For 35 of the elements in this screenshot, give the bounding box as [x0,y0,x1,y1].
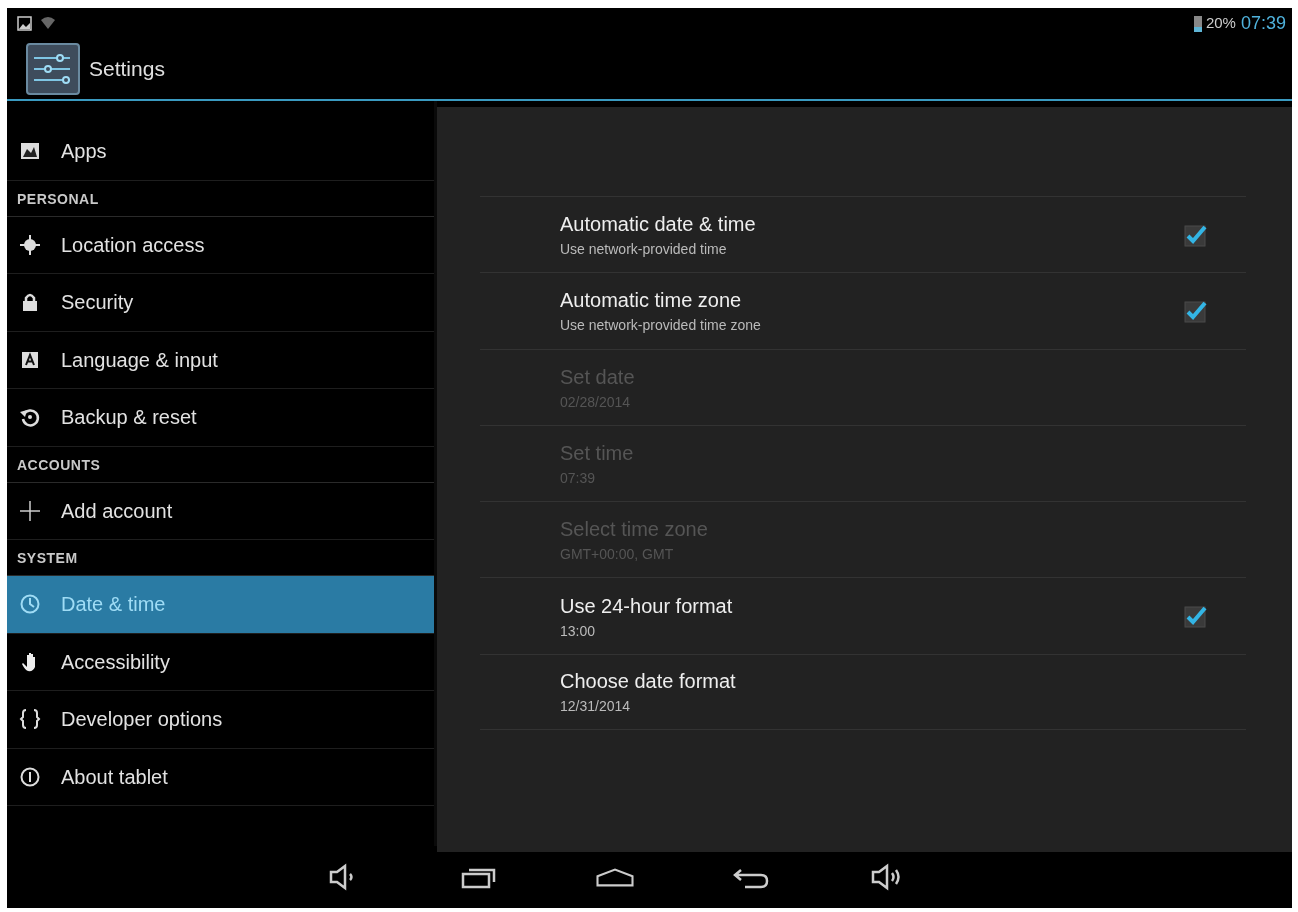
app-title: Settings [89,55,165,82]
clock: 07:39 [1240,11,1286,35]
settings-menu-item[interactable]: Apps [7,123,434,181]
location-icon [19,233,41,256]
settings-menu-item[interactable]: Developer options [7,691,434,749]
setting-title[interactable]: Use 24-hour format [560,590,733,621]
info-icon [19,765,41,788]
settings-menu-item[interactable]: Security [7,274,434,332]
setting-title[interactable]: Automatic date & time [560,209,756,240]
picture-icon [17,15,32,31]
section-header: PERSONAL [7,180,434,217]
checkbox[interactable] [1184,222,1208,247]
battery-icon [1192,14,1203,32]
wifi-icon [40,16,56,30]
setting-summary: Use network-provided time [560,240,728,260]
setting-summary: 13:00 [560,621,597,641]
settings-menu-item[interactable]: Add account [7,482,434,540]
battery-percent: 20% [1205,12,1236,33]
setting-title[interactable]: Choose date format [560,666,736,697]
checkbox[interactable] [1184,604,1208,629]
setting-summary: Use network-provided time zone [560,316,761,336]
settings-menu-item[interactable]: Location access [7,216,434,274]
section-header: ACCOUNTS [7,446,434,483]
settings-app-icon[interactable] [26,42,80,95]
settings-menu-item[interactable]: About tablet [7,748,434,806]
settings-menu-item[interactable]: Accessibility [7,633,434,691]
clock-icon [19,593,41,616]
checkbox[interactable] [1184,298,1208,323]
braces-icon [19,708,41,731]
setting-title[interactable]: Automatic time zone [560,285,761,316]
setting-summary: 12/31/2014 [560,697,632,717]
plus-icon [19,499,41,522]
settings-menu-item[interactable]: Language & input [7,331,434,389]
restore-icon [19,406,41,429]
settings-menu-item[interactable]: Backup & reset [7,389,434,447]
